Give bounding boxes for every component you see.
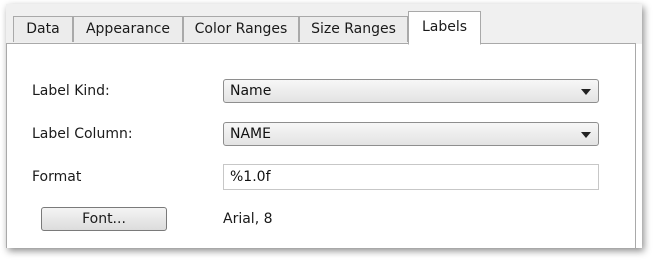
label-kind-label: Label Kind:	[32, 83, 110, 99]
labels-dialog: Data Appearance Color Ranges Size Ranges…	[6, 4, 642, 248]
font-value: Arial, 8	[223, 211, 273, 227]
tab-appearance[interactable]: Appearance	[73, 16, 183, 42]
font-button[interactable]: Font...	[41, 207, 167, 231]
label-column-value: NAME	[230, 126, 271, 142]
tab-size-ranges[interactable]: Size Ranges	[299, 16, 408, 42]
label-column-label: Label Column:	[32, 126, 133, 142]
label-kind-select[interactable]: Name	[223, 79, 599, 103]
tab-bar: Data Appearance Color Ranges Size Ranges…	[6, 4, 642, 45]
label-column-select[interactable]: NAME	[223, 122, 599, 146]
tab-data[interactable]: Data	[13, 16, 73, 42]
tab-labels[interactable]: Labels	[408, 11, 481, 45]
label-kind-value: Name	[230, 83, 272, 99]
chevron-down-icon	[581, 89, 591, 95]
chevron-down-icon	[581, 132, 591, 138]
format-input[interactable]: %1.0f	[223, 164, 599, 190]
labels-panel: Label Kind: Name Label Column: NAME Form…	[6, 43, 636, 248]
format-label: Format	[32, 169, 82, 185]
tab-color-ranges[interactable]: Color Ranges	[183, 16, 299, 42]
